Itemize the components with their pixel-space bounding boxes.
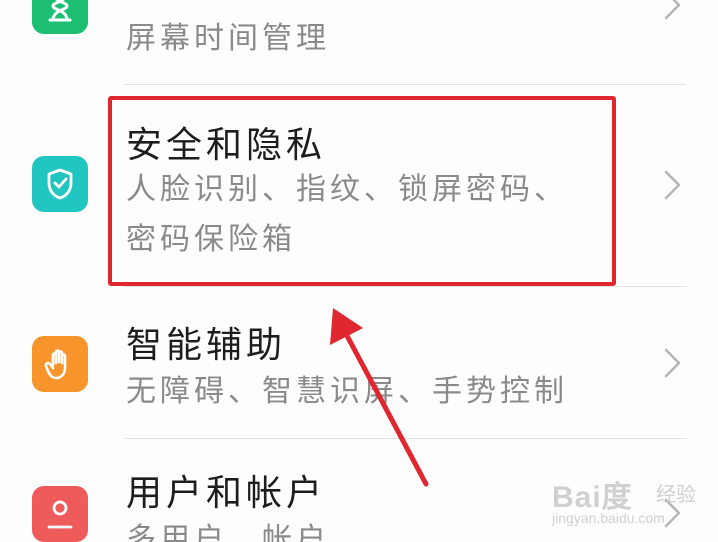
baidu-jingyan-watermark: Bai度 经验 jingyan.baidu.com [552, 472, 712, 532]
highlight-box [108, 96, 616, 286]
watermark-site: jingyan.baidu.com [552, 510, 665, 526]
hand-icon [32, 336, 88, 392]
settings-item-subtitle: 屏幕时间管理 [126, 21, 330, 56]
settings-screen: 屏幕时间管理 安全和隐私 人脸识别、指纹、锁屏密码、 密码保险箱 智能辅助 无障… [0, 0, 718, 542]
settings-item-title: 用户和帐户 [126, 473, 327, 514]
watermark-logo-cn: 经验 [656, 482, 696, 506]
settings-item-title: 智能辅助 [126, 325, 287, 366]
hourglass-icon [32, 0, 88, 34]
hand-icon-glyph [44, 349, 67, 380]
chevron-right-icon [664, 0, 681, 20]
chevron-right-icon [664, 170, 681, 200]
shield-check-icon [32, 156, 88, 212]
user-icon-glyph [47, 500, 73, 529]
user-icon [32, 486, 88, 542]
settings-item-subtitle: 多用户、帐户 [126, 522, 330, 542]
hourglass-icon-glyph [48, 0, 72, 22]
settings-item-subtitle: 无障碍、智慧识屏、手势控制 [126, 374, 568, 409]
chevron-right-icon [664, 348, 681, 378]
shield-check-icon-glyph [47, 168, 73, 200]
settings-item-smart-assist[interactable]: 智能辅助 无障碍、智慧识屏、手势控制 [0, 286, 718, 438]
settings-item-screen-time[interactable]: 屏幕时间管理 [0, 0, 718, 84]
